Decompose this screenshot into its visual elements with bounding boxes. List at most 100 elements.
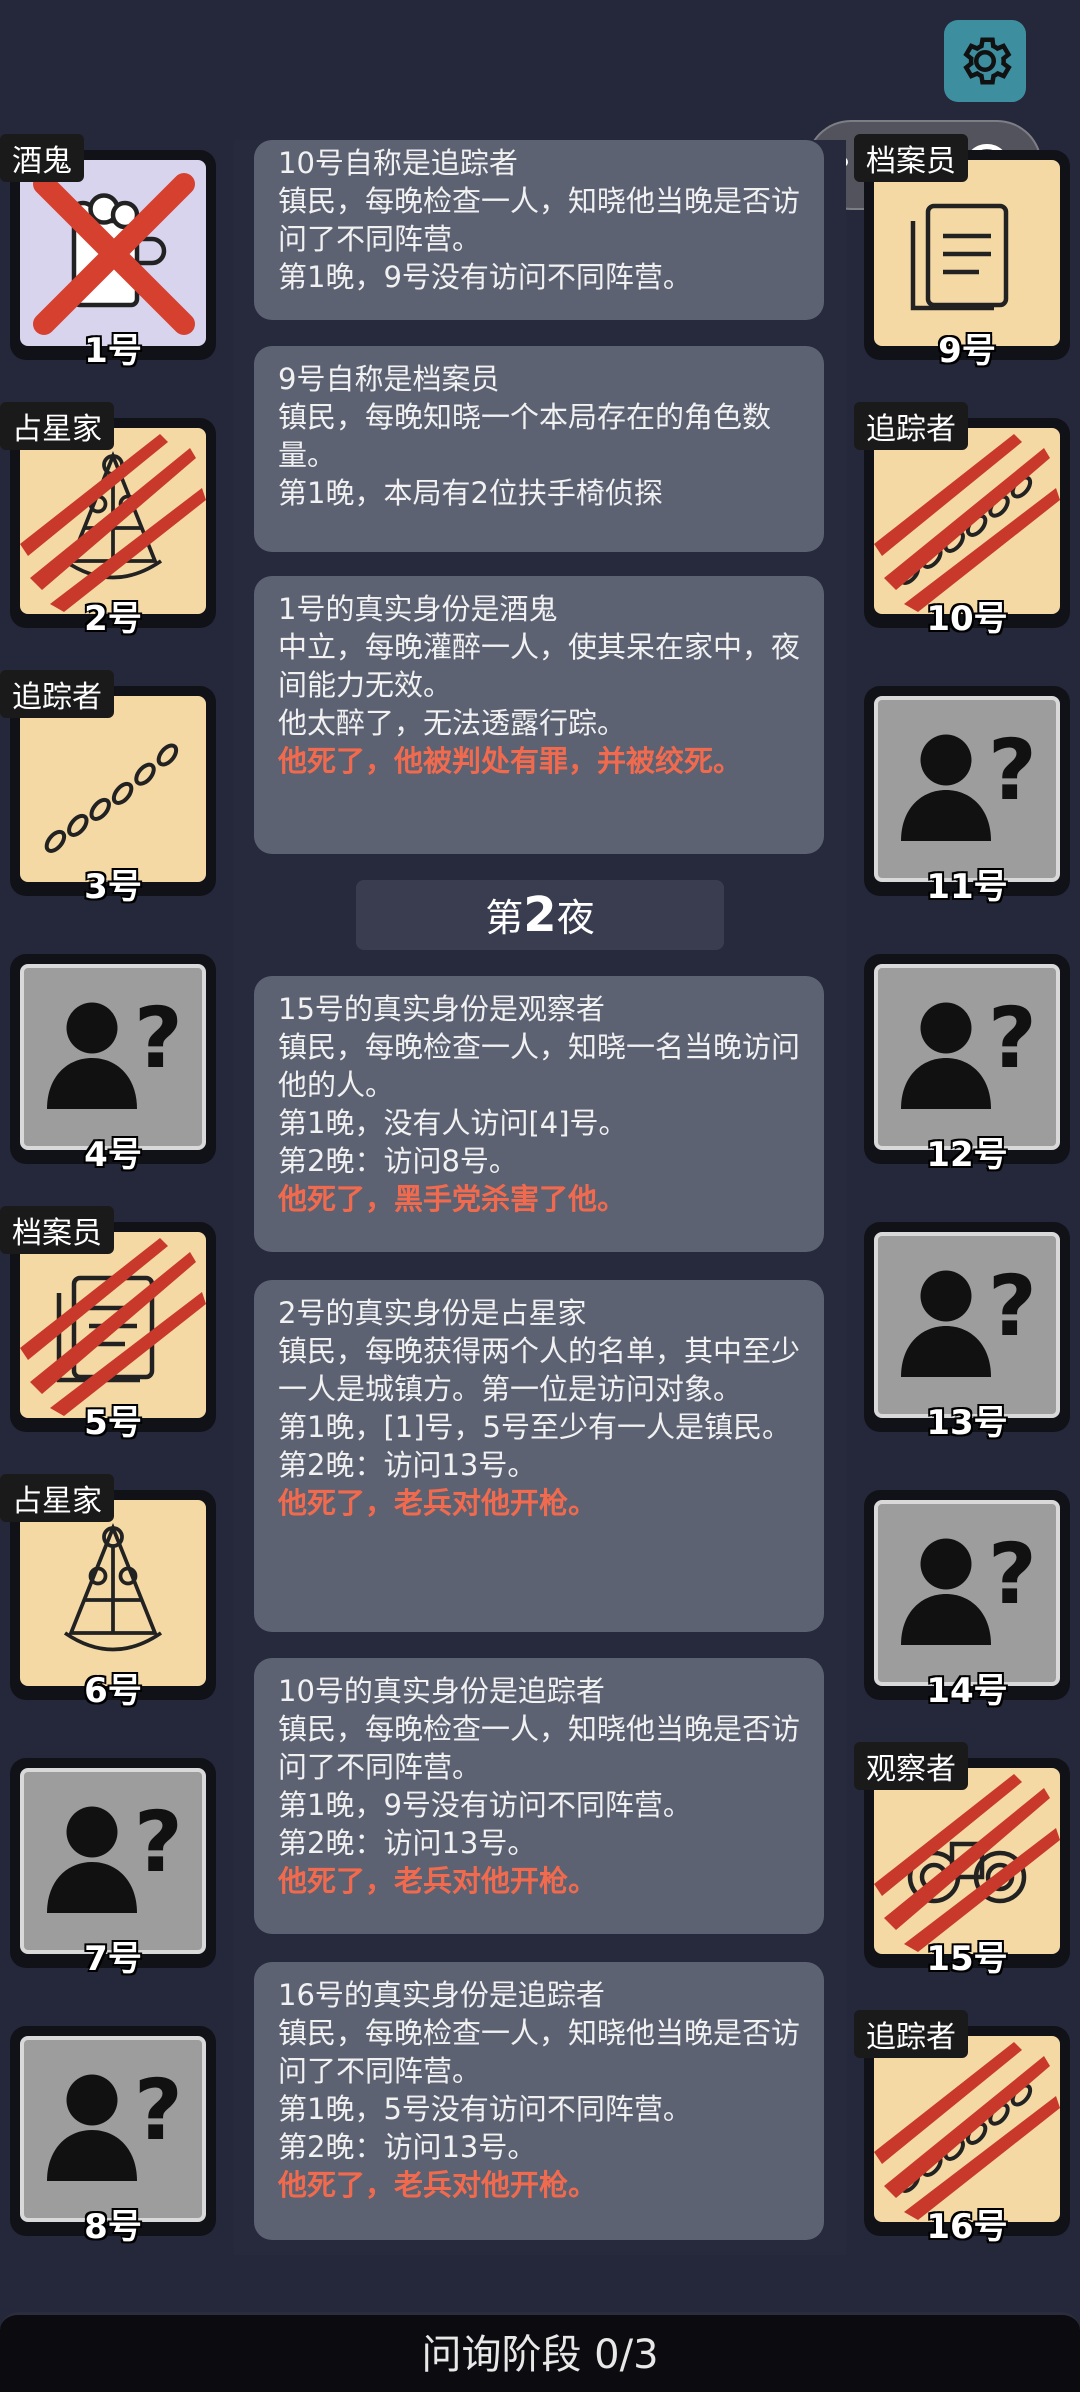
player-card: ?	[874, 964, 1060, 1150]
claw-mark-icon	[874, 2042, 1060, 2220]
gear-icon	[963, 37, 1012, 85]
death-notice: 他死了，黑手党杀害了他。	[278, 1182, 627, 1216]
player-card: ?	[20, 2036, 206, 2222]
svg-text:?: ?	[988, 1525, 1037, 1623]
message-line: 镇民，每晚知晓一个本局存在的角色数量。	[278, 400, 772, 472]
log-message: 1号的真实身份是酒鬼 中立，每晚灌醉一人，使其呆在家中，夜间能力无效。 他太醉了…	[254, 576, 824, 854]
night-suffix: 夜	[556, 896, 595, 940]
player-seat-7[interactable]: ? 7号	[10, 1758, 216, 1979]
svg-text:?: ?	[134, 2061, 183, 2159]
role-tag: 追踪者	[854, 402, 968, 450]
phase-bar: 问询阶段 0/3	[0, 2312, 1080, 2392]
cross-mark-icon	[33, 173, 195, 335]
claw-mark-icon	[874, 434, 1060, 612]
message-line: 中立，每晚灌醉一人，使其呆在家中，夜间能力无效。	[278, 630, 801, 702]
player-card	[20, 160, 206, 346]
player-number: 4号	[84, 1135, 142, 1175]
unknown-person-icon: ?	[892, 1248, 1042, 1402]
role-tag: 酒鬼	[0, 134, 84, 182]
player-seat-1[interactable]: 酒鬼 1号	[0, 134, 216, 371]
settings-button[interactable]	[944, 20, 1026, 102]
player-seat-12[interactable]: ? 12号	[864, 954, 1070, 1175]
player-seat-5[interactable]: 档案员 5号	[0, 1206, 216, 1443]
log-message: 2号的真实身份是占星家 镇民，每晚获得两个人的名单，其中至少一人是城镇方。第一位…	[254, 1280, 824, 1632]
death-notice: 他死了，他被判处有罪，并被绞死。	[278, 744, 743, 778]
player-number: 11号	[926, 867, 1008, 907]
player-seat-6[interactable]: 占星家 6号	[0, 1474, 216, 1711]
claw-mark-icon	[20, 434, 206, 612]
player-card: ?	[874, 1232, 1060, 1418]
player-number: 14号	[926, 1671, 1008, 1711]
player-card: ?	[874, 696, 1060, 882]
player-card	[874, 2036, 1060, 2222]
player-card	[20, 1500, 206, 1686]
sextant-icon	[38, 1516, 188, 1670]
message-line: 第1晚，[1]号，5号至少有一人是镇民。	[278, 1410, 791, 1444]
message-line: 第2晚：访问13号。	[278, 2130, 537, 2164]
footprints-icon	[33, 707, 193, 871]
player-number: 6号	[84, 1671, 142, 1711]
death-notice: 他死了，老兵对他开枪。	[278, 2168, 598, 2202]
night-divider: 第2夜	[356, 880, 724, 950]
message-line: 9号自称是档案员	[278, 362, 500, 396]
role-tag: 档案员	[0, 1206, 114, 1254]
log-message: 10号自称是追踪者 镇民，每晚检查一人，知晓他当晚是否访问了不同阵营。 第1晚，…	[254, 140, 824, 320]
claw-mark-icon	[874, 1774, 1060, 1952]
player-seat-16[interactable]: 追踪者 16号	[854, 2010, 1070, 2247]
player-card	[874, 160, 1060, 346]
log-message: 15号的真实身份是观察者 镇民，每晚检查一人，知晓一名当晚访问他的人。 第1晚，…	[254, 976, 824, 1252]
svg-text:?: ?	[134, 989, 183, 1087]
player-seat-8[interactable]: ? 8号	[10, 2026, 216, 2247]
player-seat-10[interactable]: 追踪者 10号	[854, 402, 1070, 639]
unknown-person-icon: ?	[38, 2052, 188, 2206]
role-tag: 占星家	[0, 1474, 114, 1522]
player-card	[20, 428, 206, 614]
death-notice: 他死了，老兵对他开枪。	[278, 1486, 598, 1520]
svg-text:?: ?	[134, 1793, 183, 1891]
player-number: 12号	[926, 1135, 1008, 1175]
player-seat-13[interactable]: ? 13号	[864, 1222, 1070, 1443]
player-seat-2[interactable]: 占星家 2号	[0, 402, 216, 639]
player-seat-11[interactable]: ? 11号	[864, 686, 1070, 907]
player-seat-9[interactable]: 档案员 9号	[854, 134, 1070, 371]
unknown-person-icon: ?	[892, 980, 1042, 1134]
player-card	[874, 428, 1060, 614]
night-number: 2	[523, 887, 557, 943]
player-number: 9号	[938, 331, 996, 371]
player-seat-15[interactable]: 观察者 15号	[854, 1742, 1070, 1979]
player-seat-3[interactable]: 追踪者 3号	[0, 670, 216, 907]
log-message: 10号的真实身份是追踪者 镇民，每晚检查一人，知晓他当晚是否访问了不同阵营。 第…	[254, 1658, 824, 1934]
message-line: 第1晚，5号没有访问不同阵营。	[278, 2092, 692, 2126]
player-number: 13号	[926, 1403, 1008, 1443]
claw-mark-icon	[20, 1238, 206, 1416]
message-line: 第1晚，没有人访问[4]号。	[278, 1106, 628, 1140]
message-line: 镇民，每晚检查一人，知晓他当晚是否访问了不同阵营。	[278, 184, 801, 256]
message-line: 镇民，每晚获得两个人的名单，其中至少一人是城镇方。第一位是访问对象。	[278, 1334, 801, 1406]
message-line: 第1晚，9号没有访问不同阵营。	[278, 260, 692, 294]
player-number: 8号	[84, 2207, 142, 2247]
log-message: 16号的真实身份是追踪者 镇民，每晚检查一人，知晓他当晚是否访问了不同阵营。 第…	[254, 1962, 824, 2240]
message-line: 镇民，每晚检查一人，知晓他当晚是否访问了不同阵营。	[278, 2016, 801, 2088]
death-notice: 他死了，老兵对他开枪。	[278, 1864, 598, 1898]
message-line: 10号的真实身份是追踪者	[278, 1674, 605, 1708]
message-line: 他太醉了，无法透露行踪。	[278, 706, 627, 740]
role-tag: 追踪者	[0, 670, 114, 718]
player-card: ?	[874, 1500, 1060, 1686]
unknown-person-icon: ?	[38, 980, 188, 1134]
message-line: 第1晚，9号没有访问不同阵营。	[278, 1788, 692, 1822]
log-message: 9号自称是档案员 镇民，每晚知晓一个本局存在的角色数量。 第1晚，本局有2位扶手…	[254, 346, 824, 552]
player-number: 3号	[84, 867, 142, 907]
documents-icon	[892, 176, 1042, 330]
phase-label: 问询阶段 0/3	[421, 2332, 659, 2378]
message-line: 16号的真实身份是追踪者	[278, 1978, 605, 2012]
role-tag: 追踪者	[854, 2010, 968, 2058]
svg-text:?: ?	[988, 989, 1037, 1087]
message-line: 第2晚：访问13号。	[278, 1826, 537, 1860]
role-tag: 档案员	[854, 134, 968, 182]
player-number: 7号	[84, 1939, 142, 1979]
player-seat-4[interactable]: ? 4号	[10, 954, 216, 1175]
player-seat-14[interactable]: ? 14号	[864, 1490, 1070, 1711]
message-line: 2号的真实身份是占星家	[278, 1296, 587, 1330]
message-line: 镇民，每晚检查一人，知晓一名当晚访问他的人。	[278, 1030, 801, 1102]
player-card	[874, 1768, 1060, 1954]
